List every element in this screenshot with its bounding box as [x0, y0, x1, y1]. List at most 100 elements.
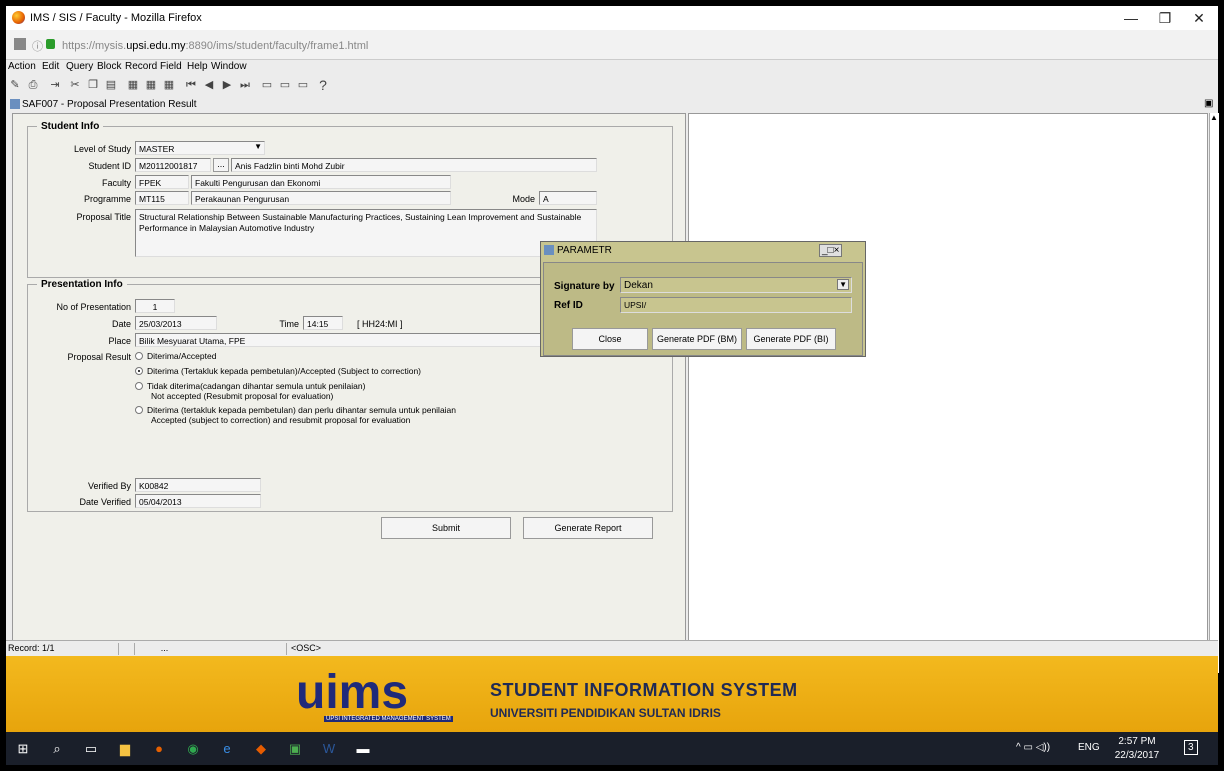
- presentation-no-field[interactable]: 1: [135, 299, 175, 313]
- last-record-icon[interactable]: ⏭: [238, 78, 252, 92]
- date-verified-field[interactable]: 05/04/2013: [135, 494, 261, 508]
- cancel-query-icon[interactable]: ▦: [162, 78, 176, 92]
- ie-icon[interactable]: e: [216, 738, 238, 760]
- student-name-field[interactable]: Anis Fadzlin binti Mohd Zubir: [231, 158, 597, 172]
- close-button[interactable]: Close: [572, 328, 648, 350]
- result-option-label: Diterima (tertakluk kepada pembetulan) d…: [147, 405, 457, 415]
- menu-field[interactable]: Field: [160, 61, 182, 72]
- date-verified-label: Date Verified: [79, 497, 131, 507]
- mode-field[interactable]: A: [539, 191, 597, 205]
- restore-button[interactable]: ❐: [1148, 9, 1182, 27]
- presentation-info-legend: Presentation Info: [37, 279, 127, 290]
- task-view-icon[interactable]: ▭: [80, 738, 102, 760]
- search-icon[interactable]: ⌕: [46, 738, 68, 760]
- close-button[interactable]: ✕: [1182, 9, 1216, 27]
- generate-pdf-bi-button[interactable]: Generate PDF (BI): [746, 328, 836, 350]
- scroll-up-icon[interactable]: ▲: [1210, 113, 1218, 122]
- menu-block[interactable]: Block: [97, 61, 121, 72]
- verified-by-label: Verified By: [87, 481, 131, 491]
- time-field[interactable]: 14:15: [303, 316, 343, 330]
- verified-by-field[interactable]: K00842: [135, 478, 261, 492]
- menu-window[interactable]: Window: [211, 61, 247, 72]
- word-icon[interactable]: W: [318, 738, 340, 760]
- menu-bar: Action Edit Query Block Record Field Hel…: [6, 60, 1218, 74]
- app-icon[interactable]: ▣: [284, 738, 306, 760]
- menu-action[interactable]: Action: [8, 61, 36, 72]
- faculty-code-field[interactable]: FPEK: [135, 175, 189, 189]
- ref-id-label: Ref ID: [554, 300, 583, 311]
- result-radio-accepted[interactable]: [135, 352, 143, 360]
- chrome-icon[interactable]: ◉: [182, 738, 204, 760]
- clock-date[interactable]: 22/3/2017: [1112, 750, 1162, 761]
- menu-help[interactable]: Help: [187, 61, 208, 72]
- prev-record-icon[interactable]: ◀: [202, 78, 216, 92]
- windows-start-icon[interactable]: ⊞: [12, 738, 34, 760]
- clock-time[interactable]: 2:57 PM: [1112, 736, 1162, 747]
- signature-select[interactable]: Dekan ▼: [620, 277, 852, 293]
- result-option-sublabel: Not accepted (Resubmit proposal for eval…: [151, 391, 334, 401]
- student-lov-button[interactable]: ...: [213, 158, 229, 172]
- dialog-icon: [544, 245, 554, 255]
- lock-record-icon[interactable]: ▭: [296, 78, 310, 92]
- language-indicator[interactable]: ENG: [1078, 742, 1100, 753]
- generate-pdf-bm-button[interactable]: Generate PDF (BM): [652, 328, 742, 350]
- place-field[interactable]: Bilik Mesyuarat Utama, FPE: [135, 333, 547, 347]
- banner-subtitle: UNIVERSITI PENDIDIKAN SULTAN IDRIS: [490, 706, 721, 720]
- form-icon: [10, 99, 20, 109]
- lock-icon: [46, 39, 55, 49]
- programme-name-field[interactable]: Perakaunan Pengurusan: [191, 191, 451, 205]
- first-record-icon[interactable]: ⏮: [184, 78, 198, 92]
- firefox-icon[interactable]: ●: [148, 738, 170, 760]
- date-field[interactable]: 25/03/2013: [135, 316, 217, 330]
- submit-button[interactable]: Submit: [381, 517, 511, 539]
- presentation-no-label: No of Presentation: [56, 302, 131, 312]
- toolbar: ✎ ⎙ ⇥ ✂ ❐ ▤ ▦ ▦ ▦ ⏮ ◀ ▶ ⏭ ▭ ▭ ▭ ?: [6, 76, 1218, 96]
- url-text[interactable]: https://mysis.upsi.edu.my:8890/ims/stude…: [62, 40, 368, 52]
- menu-query[interactable]: Query: [66, 61, 93, 72]
- notification-badge[interactable]: 3: [1184, 740, 1198, 755]
- info-icon[interactable]: ⓘ: [32, 38, 43, 54]
- browser-titlebar: IMS / SIS / Faculty - Mozilla Firefox — …: [6, 6, 1218, 30]
- result-radio-accepted-resubmit[interactable]: [135, 406, 143, 414]
- print-icon[interactable]: ⎙: [26, 78, 40, 92]
- enter-query-icon[interactable]: ▦: [126, 78, 140, 92]
- status-bar: Record: 1/1 ... <OSC>: [6, 640, 1218, 656]
- help-icon[interactable]: ?: [316, 78, 330, 92]
- programme-label: Programme: [83, 194, 131, 204]
- menu-edit[interactable]: Edit: [42, 61, 59, 72]
- dialog-window-buttons[interactable]: _□×: [819, 244, 843, 257]
- maximize-icon[interactable]: ▣: [1204, 98, 1213, 109]
- right-canvas: [688, 113, 1208, 673]
- next-record-icon[interactable]: ▶: [220, 78, 234, 92]
- parametr-dialog: PARAMETR _□× Signature by Dekan ▼ Ref ID…: [540, 241, 866, 357]
- result-radio-not-accepted[interactable]: [135, 382, 143, 390]
- insert-record-icon[interactable]: ▭: [260, 78, 274, 92]
- student-id-field[interactable]: M20112001817: [135, 158, 211, 172]
- ref-id-field[interactable]: UPSI/: [620, 297, 852, 313]
- file-explorer-icon[interactable]: ▆: [114, 738, 136, 760]
- cut-icon[interactable]: ✂: [68, 78, 82, 92]
- date-label: Date: [111, 319, 131, 329]
- faculty-name-field[interactable]: Fakulti Pengurusan dan Ekonomi: [191, 175, 451, 189]
- proposal-title-field[interactable]: Structural Relationship Between Sustaina…: [135, 209, 597, 257]
- vertical-scrollbar[interactable]: ▲ ▼: [1209, 113, 1219, 673]
- execute-query-icon[interactable]: ▦: [144, 78, 158, 92]
- generate-report-button[interactable]: Generate Report: [523, 517, 653, 539]
- exit-icon[interactable]: ⇥: [48, 78, 62, 92]
- uims-banner: uims UPSI INTEGRATED MANAGEMENT SYSTEM S…: [6, 656, 1218, 732]
- copy-icon[interactable]: ❐: [86, 78, 100, 92]
- minimize-button[interactable]: —: [1114, 9, 1148, 27]
- level-select[interactable]: MASTER ▼: [135, 141, 265, 155]
- time-label: Time: [279, 319, 299, 329]
- result-radio-accepted-correction[interactable]: [135, 367, 143, 375]
- menu-record[interactable]: Record: [125, 61, 157, 72]
- paste-icon[interactable]: ▤: [104, 78, 118, 92]
- app-icon[interactable]: ◆: [250, 738, 272, 760]
- firefox-icon: [12, 11, 25, 24]
- save-icon[interactable]: ✎: [8, 78, 22, 92]
- app-icon[interactable]: ▬: [352, 738, 374, 760]
- programme-code-field[interactable]: MT115: [135, 191, 189, 205]
- url-bar[interactable]: ⓘ https://mysis.upsi.edu.my:8890/ims/stu…: [6, 30, 1218, 60]
- tray-icons[interactable]: ^ ▭ ◁)): [1016, 742, 1050, 753]
- delete-record-icon[interactable]: ▭: [278, 78, 292, 92]
